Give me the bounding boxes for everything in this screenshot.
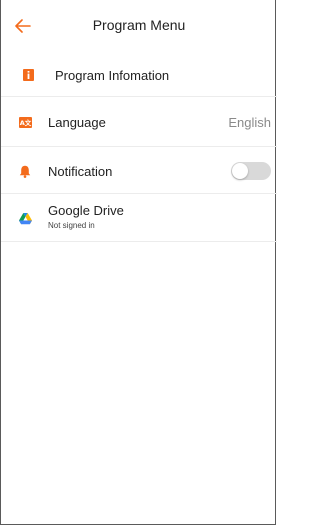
- menu-item-label: Google Drive: [48, 203, 124, 218]
- toggle-knob: [232, 163, 248, 179]
- menu-item-label: Notification: [48, 163, 113, 179]
- menu-item-google-drive[interactable]: Google Drive Not signed in: [1, 200, 277, 238]
- menu-item-label: Language: [48, 114, 106, 130]
- divider: [1, 146, 277, 147]
- google-drive-icon: [18, 212, 32, 226]
- language-value: English: [228, 114, 271, 130]
- menu-item-language[interactable]: A文 Language English: [1, 108, 277, 136]
- menu-item-notification: Notification: [1, 157, 277, 185]
- page-title: Program Menu: [92, 17, 186, 33]
- menu-item-label: Program Infomation: [55, 67, 170, 83]
- bell-icon: [18, 164, 32, 178]
- svg-text:A文: A文: [19, 118, 31, 127]
- app-header: Program Menu: [1, 0, 277, 50]
- translate-icon: A文: [18, 115, 32, 129]
- google-drive-status: Not signed in: [48, 221, 95, 230]
- divider: [1, 241, 277, 242]
- divider: [1, 193, 277, 194]
- notification-toggle[interactable]: [231, 162, 271, 180]
- program-menu-screen: Program Menu Program Infomation A文 Langu…: [0, 0, 277, 525]
- divider: [1, 96, 277, 97]
- menu-item-program-information[interactable]: Program Infomation: [1, 60, 277, 90]
- info-icon: [21, 68, 35, 82]
